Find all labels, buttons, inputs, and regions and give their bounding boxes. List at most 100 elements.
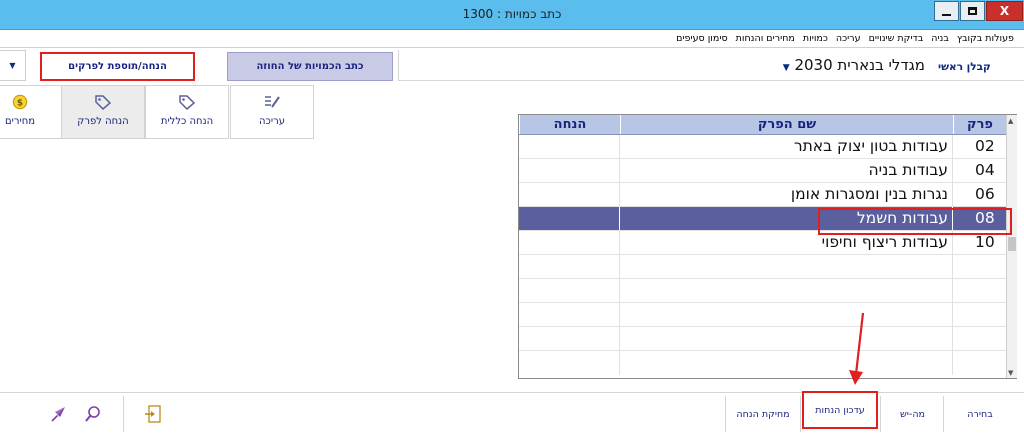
table-scrollbar[interactable]: ▲ ▼ [1006, 115, 1017, 378]
close-icon: X [999, 4, 1010, 18]
cell-chapter [953, 351, 1006, 375]
menu-file-actions[interactable]: פעולות בקובץ [953, 33, 1018, 44]
project-select-value: מגדלי בנארית 2030 [794, 56, 925, 74]
cell-chapter-name: נגרות בנין ומסגרות אומן [620, 183, 953, 206]
maximize-button[interactable] [960, 1, 985, 21]
annotation-arrow-icon [849, 312, 865, 385]
contract-quantities-button[interactable]: כתב הכמויות של החוזה [227, 52, 393, 81]
svg-text:$: $ [17, 99, 23, 109]
edit-icon [265, 96, 280, 108]
cell-discount[interactable] [519, 135, 620, 158]
select-button[interactable]: בחירה [945, 400, 1015, 428]
bottom-separator [943, 396, 944, 432]
tag-icon [95, 95, 112, 110]
menu-check-changes[interactable]: בדיקת שינויים [865, 33, 928, 44]
table-row-empty[interactable] [519, 279, 1006, 303]
table-row-empty[interactable] [519, 255, 1006, 279]
minimize-button[interactable] [934, 1, 959, 21]
project-select[interactable]: מגדלי בנארית 2030 ▼ [755, 56, 925, 76]
chevron-down-icon: ▼ [782, 63, 790, 73]
table-row[interactable]: נגרות בנין ומסגרות אומן 06 [519, 183, 1006, 207]
menu-mark-items[interactable]: סימון סעיפים [672, 33, 732, 44]
minimize-icon [942, 13, 951, 16]
bottom-separator [800, 396, 801, 432]
import-button[interactable] [138, 400, 168, 428]
chevron-down-icon: ▼ [9, 61, 16, 70]
cell-chapter: 06 [975, 185, 995, 203]
project-box-border-left [398, 50, 399, 81]
cell-discount[interactable] [519, 255, 620, 278]
title-bar: כתב כמויות : 1300 X [0, 0, 1024, 30]
cell-discount[interactable] [519, 207, 620, 230]
cell-chapter-name [620, 303, 953, 326]
bottom-separator [725, 396, 726, 432]
project-box-border [398, 80, 1024, 81]
cell-chapter-name: עבודות בטון יצוק באתר [620, 135, 953, 158]
table-row-empty[interactable] [519, 303, 1006, 327]
menu-build[interactable]: בניה [927, 33, 953, 44]
table-row-empty[interactable] [519, 351, 1006, 375]
tab-chapter-discount-label: הנחה לפרק [77, 116, 129, 127]
column-header-chapter[interactable]: פרק [953, 115, 1006, 134]
table-row[interactable]: עבודות בטון יצוק באתר 02 [519, 135, 1006, 159]
tab-general-discount-label: הנחה כללית [160, 116, 214, 127]
tab-prices-label: מחירים [4, 116, 36, 127]
cell-chapter [953, 279, 1006, 302]
cell-chapter: 04 [975, 161, 995, 179]
tab-edit[interactable]: עריכה [230, 85, 314, 139]
tab-chapter-discount[interactable]: הנחה לפרק [61, 85, 145, 139]
bottom-separator [880, 396, 881, 432]
table-header: הנחה שם הפרק פרק [519, 115, 1006, 135]
toolbar-divider [0, 47, 1024, 48]
search-button[interactable] [78, 400, 108, 428]
cell-discount[interactable] [519, 231, 620, 254]
tag-icon [179, 95, 196, 110]
selection-highlight-annotation [818, 208, 1012, 235]
cell-discount[interactable] [519, 183, 620, 206]
cell-chapter-name [620, 327, 953, 350]
close-button[interactable]: X [986, 1, 1023, 21]
tab-prices[interactable]: $ מחירים [0, 85, 62, 139]
window-title: כתב כמויות : 1300 [462, 7, 562, 21]
cell-chapter [953, 303, 1006, 326]
cell-chapter: 02 [975, 137, 995, 155]
what-exists-button[interactable]: מה-יש [885, 400, 940, 428]
menu-prices-discounts[interactable]: מחירים והנחות [732, 33, 799, 44]
dollar-coin-icon: $ [12, 94, 28, 110]
column-header-chapter-name[interactable]: שם הפרק [620, 115, 953, 134]
bottom-separator [123, 396, 124, 432]
tab-edit-label: עריכה [259, 116, 285, 127]
cell-discount[interactable] [519, 351, 620, 375]
toolbar-dropdown-button[interactable]: ▼ [0, 50, 26, 81]
cell-chapter-name [620, 279, 953, 302]
cell-discount[interactable] [519, 303, 620, 326]
update-discounts-button[interactable]: עדכון הנחות [802, 391, 878, 429]
cell-discount[interactable] [519, 327, 620, 350]
cell-chapter-name [620, 351, 953, 375]
table-row-empty[interactable] [519, 327, 1006, 351]
scroll-down-icon[interactable]: ▼ [1008, 369, 1013, 377]
delete-discount-button[interactable]: מחיקת הנחה [728, 400, 798, 428]
chapter-discount-add-button[interactable]: הנחה/תוספת לפרקים [40, 52, 195, 81]
column-header-discount[interactable]: הנחה [519, 115, 620, 134]
maximize-icon [968, 7, 977, 15]
scroll-thumb[interactable] [1008, 237, 1016, 251]
menu-edit[interactable]: עריכה [832, 33, 865, 44]
import-file-icon [145, 405, 161, 423]
cell-discount[interactable] [519, 279, 620, 302]
pin-icon [51, 407, 65, 422]
cell-discount[interactable] [519, 159, 620, 182]
search-icon [85, 406, 100, 422]
menu-quantities[interactable]: כמויות [799, 33, 832, 44]
contractor-label: קבלן ראשי [938, 61, 991, 73]
cell-chapter-name: עבודות בניה [620, 159, 953, 182]
cell-chapter-name [620, 255, 953, 278]
table-row[interactable]: עבודות בניה 04 [519, 159, 1006, 183]
cell-chapter [953, 327, 1006, 350]
cell-chapter [953, 255, 1006, 278]
chapters-table[interactable]: הנחה שם הפרק פרק עבודות בטון יצוק באתר 0… [518, 114, 1017, 379]
scroll-up-icon[interactable]: ▲ [1008, 117, 1013, 125]
pin-button[interactable] [44, 400, 74, 428]
tab-general-discount[interactable]: הנחה כללית [145, 85, 229, 139]
menu-bar: פעולות בקובץ בניה בדיקת שינויים עריכה כמ… [0, 30, 1024, 47]
